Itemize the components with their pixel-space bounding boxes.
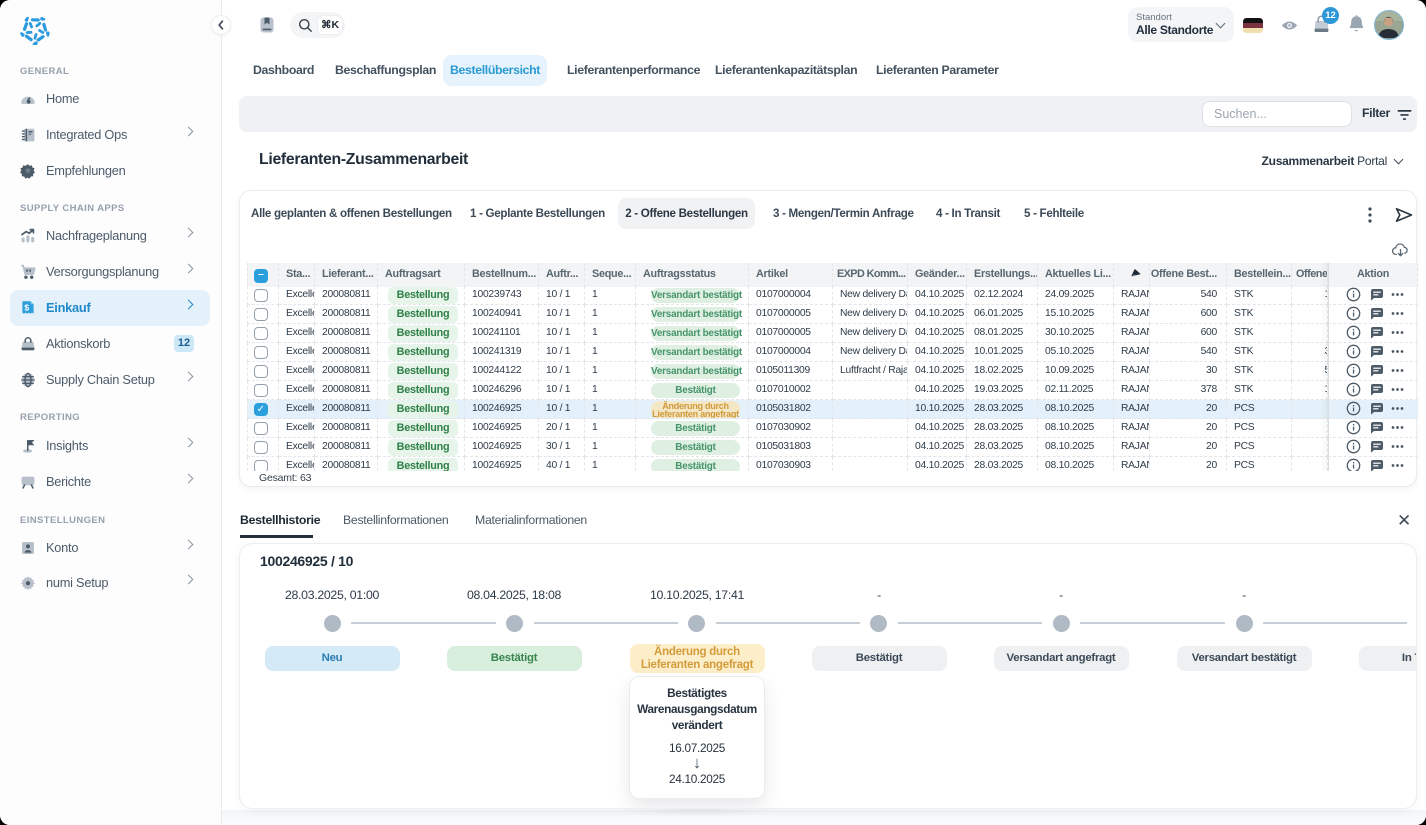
svg-text:$: $ [24,303,29,313]
